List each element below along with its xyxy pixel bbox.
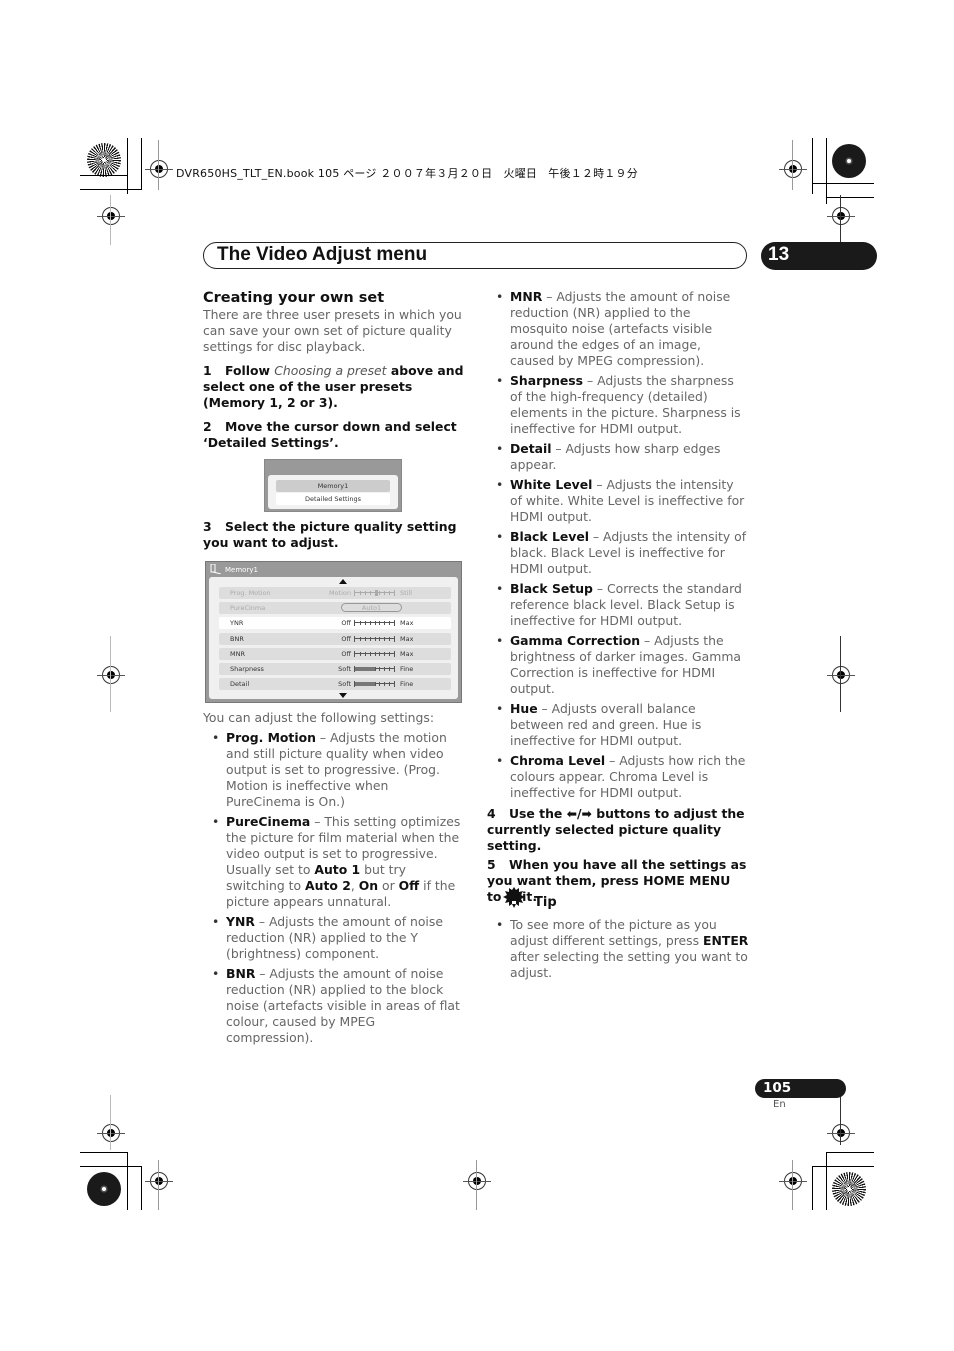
slider-min-label: Off [341,619,351,628]
tip-label: Tip [534,895,557,910]
chapter-number: 13 [768,244,790,265]
disc-settings-icon [210,564,222,574]
list-item: Hue – Adjusts overall balance between re… [487,701,749,749]
setting-slider[interactable] [354,635,395,642]
slider-min-label: Soft [338,665,351,673]
page-number: 105 [763,1080,792,1096]
step-4: 4 Use the ⬅/➡ buttons to adjust the curre… [487,806,745,853]
menu-row-mnr[interactable]: MNR Off Max [219,647,451,660]
menu-row-label: PureCinma [230,604,266,613]
crosshair-icon [463,1172,491,1190]
slider-max-label: Still [400,589,413,597]
setting-slider[interactable] [354,666,395,672]
crosshair-icon [827,1124,855,1142]
settings-list-left: You can adjust the following settings: P… [203,710,465,1046]
left-column: Creating your own set There are three us… [203,289,465,451]
slider-knob[interactable] [375,590,379,596]
slider-max-label: Fine [400,680,414,689]
step-1: 1 Follow Choosing a preset above and sele… [203,363,464,410]
right-column: MNR – Adjusts the amount of noise reduct… [487,285,749,905]
crosshair-icon [145,1172,173,1190]
menu-row-bnr[interactable]: BNR Off Max [219,632,451,645]
list-item: YNR – Adjusts the amount of noise reduct… [203,914,465,962]
chapter-tab: 13 [761,242,877,270]
language-code: En [773,1099,786,1110]
slider-fill [355,667,375,671]
list-item: Prog. Motion – Adjusts the motion and st… [203,730,465,810]
registration-star-icon [832,1172,866,1206]
intro-paragraph: There are three user presets in which yo… [203,307,462,354]
setting-slider[interactable] [354,590,395,596]
menu-option-detailed-settings[interactable]: Detailed Settings [276,493,390,505]
crosshair-icon [97,1124,125,1142]
menu-row-label: Prog. Motion [230,589,271,597]
step-3: 3 Select the picture quality setting you … [203,519,457,550]
menu-row-label: YNR [230,619,244,628]
scroll-up-arrow-icon[interactable] [339,579,347,584]
preset-menu-screenshot: Memory1 Detailed Settings [264,459,402,512]
list-item: Detail – Adjusts how sharp edges appear. [487,441,749,473]
crosshair-icon [145,160,173,178]
list-item: BNR – Adjusts the amount of noise reduct… [203,966,465,1046]
menu-row-sharpness[interactable]: Sharpness Soft Fine [219,663,451,675]
step-5: 5 When you have all the settings as you w… [487,857,747,904]
slider-max-label: Max [400,649,414,658]
slider-min-label: Motion [328,589,351,597]
list-item: Gamma Correction – Adjusts the brightnes… [487,633,749,697]
slider-min-label: Off [341,649,351,658]
crosshair-icon [779,1172,807,1190]
lightbulb-tip-icon [503,887,525,908]
tip-item: To see more of the picture as you adjust… [487,917,749,981]
menu-row-label: MNR [230,649,245,658]
section-heading: Creating your own set [203,290,385,306]
detailed-settings-screenshot: Memory1 Prog. Motion Motion Still PureCinma… [205,561,462,703]
crosshair-icon [97,207,125,225]
menu-row-label: Sharpness [230,665,264,673]
section-title-bar: The Video Adjust menu [203,242,747,269]
setting-value-pill[interactable]: Auto1 [341,603,402,613]
tip-block: To see more of the picture as you adjust… [487,913,749,981]
slider-max-label: Max [400,619,414,628]
registration-star-icon [87,143,121,177]
slider-min-label: Soft [338,680,351,689]
menu-row-ynr[interactable]: YNR Off Max [219,617,451,630]
step-2: 2 Move the cursor down and select ‘Detail… [203,419,457,450]
setting-slider[interactable] [354,620,395,627]
menu-option-memory1[interactable]: Memory1 [276,480,390,492]
slider-max-label: Max [400,634,414,643]
slider-min-label: Off [341,634,351,643]
menu-title: Memory1 [225,566,258,574]
cross-reference-link[interactable]: Choosing a preset [274,363,386,378]
setting-slider[interactable] [354,650,395,657]
page-number-tab: 105 [755,1079,846,1098]
slider-max-label: Fine [400,665,414,673]
scroll-down-arrow-icon[interactable] [339,693,347,698]
menu-row-label: BNR [230,634,244,643]
registration-star-icon [832,144,866,178]
menu-row-purecinma[interactable]: PureCinma Auto1 [219,602,451,615]
menu-row-prog-motion[interactable]: Prog. Motion Motion Still [219,587,451,599]
crosshair-icon [779,160,807,178]
step-3-block: 3 Select the picture quality setting you … [203,511,465,551]
list-item: MNR – Adjusts the amount of noise reduct… [487,289,749,369]
setting-slider[interactable] [354,681,395,688]
adjust-intro: You can adjust the following settings: [203,710,434,725]
list-item: White Level – Adjusts the intensity of w… [487,477,749,525]
print-job-line: DVR650HS_TLT_EN.book 105 ページ ２００７年３月２０日 … [176,167,638,180]
menu-row-label: Detail [230,680,250,689]
crosshair-icon [827,207,855,225]
list-item: Black Level – Adjusts the intensity of b… [487,529,749,577]
crosshair-icon [827,666,855,684]
crosshair-icon [97,666,125,684]
registration-star-icon [87,1172,121,1206]
menu-row-detail[interactable]: Detail Soft Fine [219,678,451,691]
list-item: Sharpness – Adjusts the sharpness of the… [487,373,749,437]
slider-fill [355,682,375,687]
section-title: The Video Adjust menu [217,244,428,265]
list-item: PureCinema – This setting optimizes the … [203,814,465,910]
list-item: Black Setup – Corrects the standard refe… [487,581,749,629]
list-item: Chroma Level – Adjusts how rich the colo… [487,753,749,801]
